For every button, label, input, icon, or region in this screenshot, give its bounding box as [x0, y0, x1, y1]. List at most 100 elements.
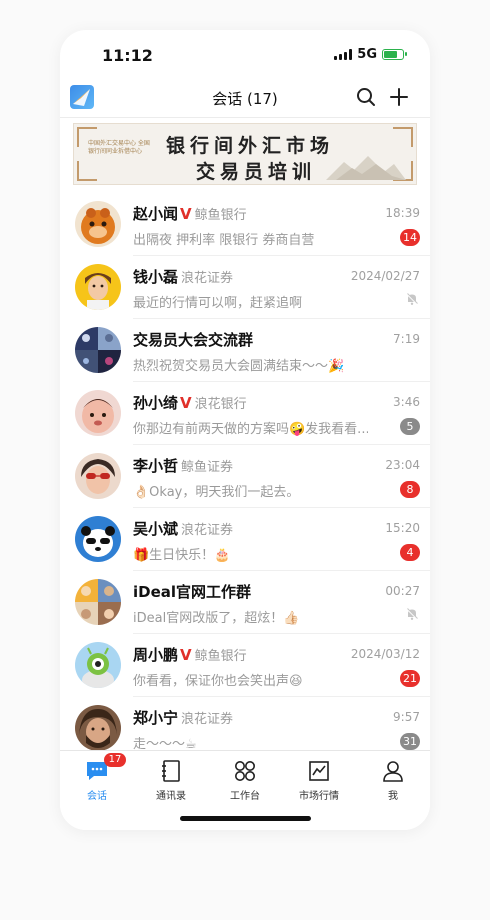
contact-name-text: 孙小绮 — [133, 394, 179, 412]
message-preview: iDeal官网改版了，超炫！👍🏻 — [133, 611, 300, 626]
contact-name-text: 周小鹏 — [133, 646, 179, 664]
contact-name: 周小鹏 V 鲸鱼银行 — [133, 644, 247, 665]
contact-name-text: 钱小磊 — [133, 268, 179, 286]
unread-badge: 31 — [400, 733, 420, 750]
search-icon[interactable] — [355, 86, 377, 108]
message-time: 18:39 — [385, 206, 420, 220]
message-preview: 你那边有前两天做的方案吗🤪发我看看... — [133, 422, 368, 437]
tab-label: 工作台 — [230, 791, 260, 802]
avatar — [75, 390, 121, 436]
mountain-decoration-icon — [326, 156, 406, 180]
contact-org: 鲸鱼证券 — [181, 460, 234, 475]
contact-name: 李小哲 鲸鱼证券 — [133, 455, 233, 476]
contact-name-text: 交易员大会交流群 — [133, 331, 254, 349]
unread-badge: 5 — [400, 418, 420, 435]
conversation-row[interactable]: 孙小绮 V 浪花银行 3:46 你那边有前两天做的方案吗🤪发我看看... 5 — [60, 382, 430, 445]
contact-name: 孙小绮 V 浪花银行 — [133, 392, 247, 413]
contact-name-text: 吴小斌 — [133, 520, 179, 538]
contact-org: 鲸鱼银行 — [194, 649, 247, 664]
workbench-icon — [235, 761, 255, 781]
message-time: 3:46 — [393, 395, 420, 409]
banner-title-line1: 银行间外汇市场 — [166, 135, 335, 157]
banner-org: 中国外汇交易中心 全国银行间同业拆借中心 — [88, 140, 150, 155]
conversation-row[interactable]: iDeal官网工作群 00:27 iDeal官网改版了，超炫！👍🏻 — [60, 571, 430, 634]
phone-screen: 11:12 5G 会话 (17) 中国外汇交易中心 全国银行间同业拆借中心 银行… — [60, 30, 430, 830]
unread-badge: 21 — [400, 670, 420, 687]
contact-org: 鲸鱼银行 — [194, 208, 247, 223]
contact-name-text: 赵小闻 — [133, 205, 179, 223]
contact-name: 吴小斌 浪花证券 — [133, 518, 233, 539]
message-time: 00:27 — [385, 584, 420, 598]
avatar — [75, 516, 121, 562]
conversation-row[interactable]: 赵小闻 V 鲸鱼银行 18:39 出隔夜 押利率 限银行 券商自营 14 — [60, 193, 430, 256]
mute-bell-icon — [406, 293, 418, 305]
tab-badge: 17 — [104, 753, 126, 767]
tab-label: 会话 — [87, 791, 107, 802]
contact-name: 交易员大会交流群 — [133, 329, 253, 350]
banner-title-line2: 交易员培训 — [196, 161, 317, 183]
signal-icon — [334, 49, 353, 60]
message-time: 2024/03/12 — [350, 647, 420, 661]
mute-bell-icon — [406, 608, 418, 620]
avatar — [75, 201, 121, 247]
tab-label: 通讯录 — [156, 791, 186, 802]
message-preview: 👌🏻Okay，明天我们一起去。 — [133, 485, 300, 500]
tab-contacts[interactable]: 通讯录 — [138, 759, 204, 802]
conversation-row[interactable]: 钱小磊 浪花证券 2024/02/27 最近的行情可以啊，赶紧追啊 — [60, 256, 430, 319]
profile-icon — [383, 761, 403, 782]
contacts-icon — [162, 760, 180, 782]
unread-badge: 14 — [400, 229, 420, 246]
message-time: 15:20 — [385, 521, 420, 535]
status-icons: 5G — [334, 47, 407, 62]
status-time: 11:12 — [102, 46, 153, 65]
contact-name: 钱小磊 浪花证券 — [133, 266, 233, 287]
tab-workbench[interactable]: 工作台 — [212, 759, 278, 802]
contact-org: 浪花证券 — [181, 712, 234, 727]
contact-name: 赵小闻 V 鲸鱼银行 — [133, 203, 247, 224]
conversation-list: 赵小闻 V 鲸鱼银行 18:39 出隔夜 押利率 限银行 券商自营 14 钱小磊 浪花… — [60, 193, 430, 760]
message-time: 7:19 — [393, 332, 420, 346]
market-chart-icon — [309, 761, 329, 781]
avatar — [75, 264, 121, 310]
message-time: 2024/02/27 — [350, 269, 420, 283]
top-navigation: 会话 (17) — [60, 82, 430, 118]
message-time: 23:04 — [385, 458, 420, 472]
battery-icon — [382, 49, 407, 60]
conversation-row[interactable]: 周小鹏 V 鲸鱼银行 2024/03/12 你看看，保证你也会笑出声😆 21 — [60, 634, 430, 697]
conversation-row[interactable]: 吴小斌 浪花证券 15:20 🎁生日快乐！🎂 4 — [60, 508, 430, 571]
banner-corner — [393, 127, 413, 147]
contact-name: iDeal官网工作群 — [133, 581, 251, 602]
unread-badge: 4 — [400, 544, 420, 561]
message-time: 9:57 — [393, 710, 420, 724]
contact-name-text: 李小哲 — [133, 457, 179, 475]
message-preview: 出隔夜 押利率 限银行 券商自营 — [133, 233, 315, 248]
message-preview: 🎁生日快乐！🎂 — [133, 548, 231, 563]
add-icon[interactable] — [387, 85, 411, 109]
avatar — [75, 642, 121, 688]
message-preview: 热烈祝贺交易员大会圆满结束～～🎉 — [133, 359, 345, 374]
avatar — [75, 453, 121, 499]
tab-label: 我 — [388, 791, 398, 802]
home-indicator[interactable] — [180, 816, 311, 821]
network-label: 5G — [357, 47, 377, 62]
tab-me[interactable]: 我 — [360, 759, 426, 802]
conversation-row[interactable]: 交易员大会交流群 7:19 热烈祝贺交易员大会圆满结束～～🎉 — [60, 319, 430, 382]
verified-v-icon: V — [180, 394, 192, 412]
unread-badge: 8 — [400, 481, 420, 498]
conversation-row[interactable]: 李小哲 鲸鱼证券 23:04 👌🏻Okay，明天我们一起去。 8 — [60, 445, 430, 508]
verified-v-icon: V — [180, 646, 192, 664]
training-banner[interactable]: 中国外汇交易中心 全国银行间同业拆借中心 银行间外汇市场 交易员培训 — [73, 123, 417, 185]
contact-name-text: iDeal官网工作群 — [133, 583, 252, 601]
banner-corner — [77, 161, 97, 181]
group-avatar — [75, 327, 121, 373]
tab-market[interactable]: 市场行情 — [286, 759, 352, 802]
message-preview: 你看看，保证你也会笑出声😆 — [133, 674, 303, 689]
tab-chats[interactable]: 会话 17 — [64, 753, 130, 802]
contact-org: 浪花银行 — [194, 397, 247, 412]
status-bar: 11:12 5G — [60, 30, 430, 82]
contact-org: 浪花证券 — [181, 523, 234, 538]
verified-v-icon: V — [180, 205, 192, 223]
contact-name-text: 郑小宁 — [133, 709, 179, 727]
avatar — [75, 705, 121, 751]
message-preview: 最近的行情可以啊，赶紧追啊 — [133, 296, 303, 311]
